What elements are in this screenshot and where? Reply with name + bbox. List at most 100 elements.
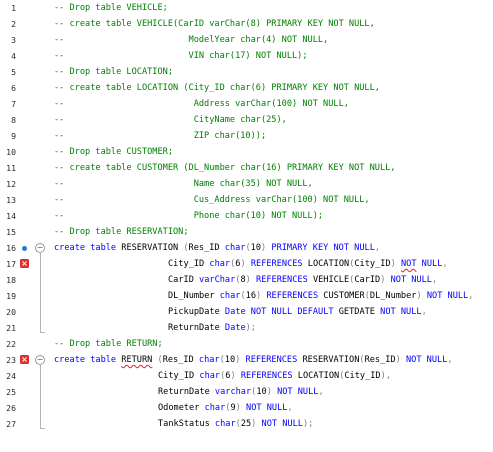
code-line[interactable]: 27 TankStatus char(25) NOT NULL);: [0, 416, 493, 432]
code-token: ,: [421, 307, 427, 317]
code-text[interactable]: -- ModelYear char(4) NOT NULL,: [54, 32, 328, 48]
code-line[interactable]: 21 ReturnDate Date);: [0, 320, 493, 336]
code-line[interactable]: 14 -- Phone char(10) NOT NULL);: [0, 208, 493, 224]
code-text[interactable]: CarID varChar(8) REFERENCES VEHICLE(CarI…: [168, 272, 437, 288]
code-token: RESERVATION: [302, 355, 360, 365]
sql-code-editor[interactable]: 1 -- Drop table VEHICLE; 2 -- create table …: [0, 0, 493, 452]
code-text[interactable]: -- create table CUSTOMER (DL_Number char…: [54, 160, 395, 176]
code-text[interactable]: -- Phone char(10) NOT NULL);: [54, 208, 323, 224]
code-token: Res_ID: [188, 243, 225, 253]
keyword-token: char: [198, 355, 220, 365]
comment-token: -- Drop table VEHICLE;: [54, 3, 168, 13]
code-line[interactable]: 26 Odometer char(9) NOT NULL,: [0, 400, 493, 416]
code-token: LOCATION: [307, 259, 350, 269]
keyword-token: REFERENCES: [266, 291, 324, 301]
code-token: City_ID: [354, 259, 391, 269]
line-number: 17: [6, 259, 16, 269]
code-token: DL_Number: [168, 291, 220, 301]
line-number: 1: [11, 3, 16, 13]
code-text[interactable]: -- create table LOCATION (City_ID char(6…: [54, 80, 380, 96]
keyword-token: NOT NULL: [405, 355, 448, 365]
code-text[interactable]: -- Drop table CUSTOMER;: [54, 144, 173, 160]
keyword-token: char: [214, 419, 236, 429]
comment-token: -- create table VEHICLE(CarID varChar(8)…: [54, 19, 375, 29]
keyword-token: create table: [54, 355, 122, 365]
fold-guide-line: [40, 364, 41, 428]
code-token: City_ID: [168, 259, 210, 269]
line-number: 25: [6, 387, 16, 397]
line-number: 26: [6, 403, 16, 413]
code-line[interactable]: 8 -- CityName char(25),: [0, 112, 493, 128]
code-token: 10: [250, 243, 262, 253]
code-text[interactable]: -- Drop table LOCATION;: [54, 64, 173, 80]
code-token: ,: [447, 355, 453, 365]
code-token: ReturnDate: [158, 387, 215, 397]
code-text[interactable]: create table RETURN (Res_ID char(10) REF…: [54, 352, 453, 368]
line-number: 2: [11, 19, 16, 29]
code-line[interactable]: 22 -- Drop table RETURN;: [0, 336, 493, 352]
code-line[interactable]: 6 -- create table LOCATION (City_ID char(…: [0, 80, 493, 96]
code-text[interactable]: -- Cus_Address varChar(100) NOT NULL,: [54, 192, 370, 208]
code-text[interactable]: ReturnDate varchar(10) NOT NULL,: [158, 384, 324, 400]
code-text[interactable]: -- Drop table RESERVATION;: [54, 224, 189, 240]
line-number: 20: [6, 307, 16, 317]
code-token: ,: [432, 275, 438, 285]
code-line[interactable]: 15 -- Drop table RESERVATION;: [0, 224, 493, 240]
code-token: CarID: [354, 275, 381, 285]
code-line[interactable]: 23 × − create table RETURN (Res_ID char(10)…: [0, 352, 493, 368]
code-line[interactable]: 7 -- Address varChar(100) NOT NULL,: [0, 96, 493, 112]
code-line[interactable]: 11 -- create table CUSTOMER (DL_Number ch…: [0, 160, 493, 176]
code-line[interactable]: 16− create table RESERVATION (Res_ID char…: [0, 240, 493, 256]
code-text[interactable]: TankStatus char(25) NOT NULL);: [158, 416, 313, 432]
keyword-token: NOT NULL: [246, 403, 288, 413]
error-marker-icon[interactable]: ×: [20, 355, 29, 364]
code-text[interactable]: City_ID char(6) REFERENCES LOCATION(City…: [168, 256, 448, 272]
code-line[interactable]: 25 ReturnDate varchar(10) NOT NULL,: [0, 384, 493, 400]
line-number: 5: [11, 67, 16, 77]
code-text[interactable]: -- VIN char(17) NOT NULL);: [54, 48, 308, 64]
keyword-token: char: [219, 291, 241, 301]
code-line[interactable]: 2 -- create table VEHICLE(CarID varChar(8…: [0, 16, 493, 32]
code-text[interactable]: create table RESERVATION (Res_ID char(10…: [54, 240, 380, 256]
keyword-token: Date NOT NULL DEFAULT: [224, 307, 339, 317]
keyword-token: NOT NULL: [426, 291, 469, 301]
keyword-token: varChar: [199, 275, 236, 285]
line-number: 24: [6, 371, 16, 381]
code-line[interactable]: 19 DL_Number char(16) REFERENCES CUSTOMER…: [0, 288, 493, 304]
code-token: ,: [442, 259, 448, 269]
code-line[interactable]: 1 -- Drop table VEHICLE;: [0, 0, 493, 16]
code-text[interactable]: -- Name char(35) NOT NULL,: [54, 176, 313, 192]
code-text[interactable]: -- Address varChar(100) NOT NULL,: [54, 96, 349, 112]
code-token: 10: [224, 355, 236, 365]
code-line[interactable]: 24 City_ID char(6) REFERENCES LOCATION(Ci…: [0, 368, 493, 384]
code-text[interactable]: -- Drop table RETURN;: [54, 336, 163, 352]
code-text[interactable]: Odometer char(9) NOT NULL,: [158, 400, 293, 416]
keyword-token: NOT NULL: [390, 275, 432, 285]
breakpoint-dot-icon[interactable]: [22, 245, 27, 251]
code-text[interactable]: -- CityName char(25),: [54, 112, 287, 128]
code-text[interactable]: -- Drop table VEHICLE;: [54, 0, 168, 16]
code-text[interactable]: ReturnDate Date);: [168, 320, 256, 336]
code-token: CarID: [168, 275, 200, 285]
comment-token: -- CityName char(25),: [54, 115, 287, 125]
code-line[interactable]: 12 -- Name char(35) NOT NULL,: [0, 176, 493, 192]
code-text[interactable]: -- ZIP char(10));: [54, 128, 266, 144]
code-line[interactable]: 18 CarID varChar(8) REFERENCES VEHICLE(Ca…: [0, 272, 493, 288]
code-token: TankStatus: [158, 419, 215, 429]
code-text[interactable]: City_ID char(6) REFERENCES LOCATION(City…: [158, 368, 391, 384]
keyword-token: PRIMARY KEY NOT NULL: [271, 243, 375, 253]
code-token: 16: [245, 291, 256, 301]
code-token: );: [245, 323, 256, 333]
code-line[interactable]: 17 × City_ID char(6) REFERENCES LOCATION(C…: [0, 256, 493, 272]
code-text[interactable]: PickupDate Date NOT NULL DEFAULT GETDATE…: [168, 304, 427, 320]
code-line[interactable]: 9 -- ZIP char(10));: [0, 128, 493, 144]
code-line[interactable]: 13 -- Cus_Address varChar(100) NOT NULL,: [0, 192, 493, 208]
code-line[interactable]: 5 -- Drop table LOCATION;: [0, 64, 493, 80]
code-line[interactable]: 10 -- Drop table CUSTOMER;: [0, 144, 493, 160]
code-text[interactable]: DL_Number char(16) REFERENCES CUSTOMER(D…: [168, 288, 473, 304]
code-line[interactable]: 4 -- VIN char(17) NOT NULL);: [0, 48, 493, 64]
code-text[interactable]: -- create table VEHICLE(CarID varChar(8)…: [54, 16, 375, 32]
error-marker-icon[interactable]: ×: [20, 259, 29, 268]
code-line[interactable]: 3 -- ModelYear char(4) NOT NULL,: [0, 32, 493, 48]
code-line[interactable]: 20 PickupDate Date NOT NULL DEFAULT GETDA…: [0, 304, 493, 320]
